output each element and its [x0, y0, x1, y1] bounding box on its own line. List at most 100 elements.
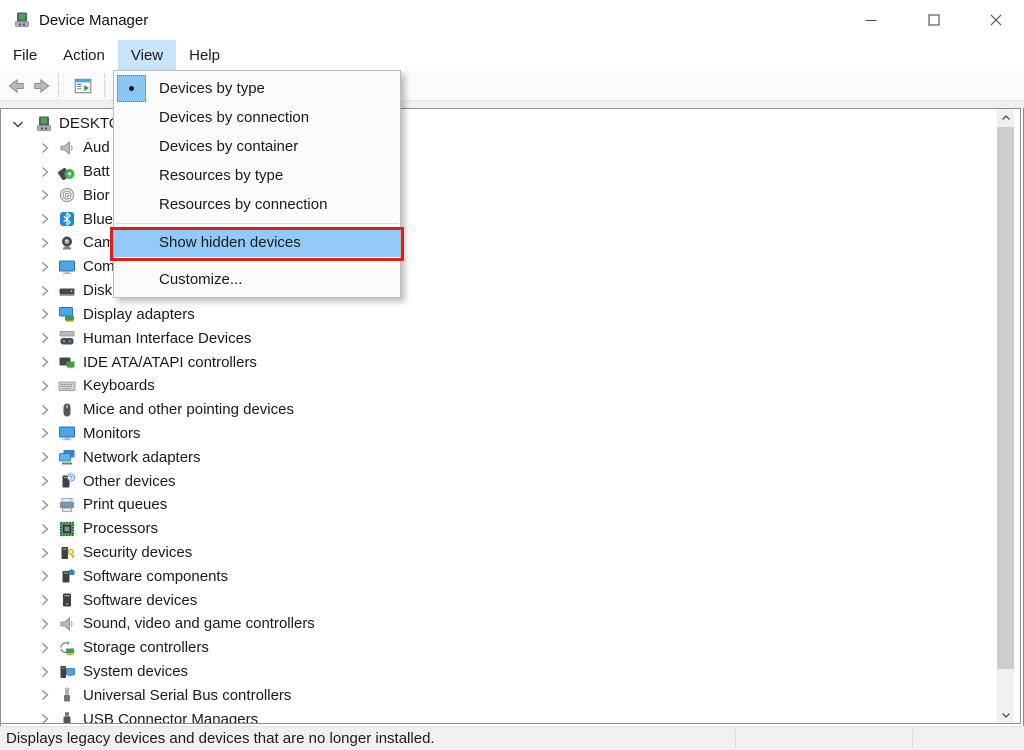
- chevron-collapsed-icon[interactable]: [36, 163, 54, 181]
- network-icon: [58, 448, 76, 466]
- svg-text:?: ?: [69, 475, 73, 482]
- chevron-collapsed-icon[interactable]: [36, 424, 54, 442]
- storage-icon: [58, 639, 76, 657]
- chevron-collapsed-icon[interactable]: [36, 686, 54, 704]
- menu-item-devices-by-container[interactable]: Devices by container: [114, 132, 400, 161]
- chevron-collapsed-icon[interactable]: [36, 282, 54, 300]
- tree-item-label: Processors: [83, 520, 158, 537]
- chevron-down-icon: [1001, 710, 1011, 720]
- chevron-collapsed-icon[interactable]: [36, 305, 54, 323]
- scrollbar-thumb[interactable]: [997, 127, 1014, 669]
- menu-view[interactable]: View: [118, 40, 176, 70]
- menu-item-gutter: [114, 74, 159, 103]
- chevron-collapsed-icon[interactable]: [36, 210, 54, 228]
- tree-item-label: Disk: [83, 282, 112, 299]
- chevron-collapsed-icon[interactable]: [36, 520, 54, 538]
- menu-item-label: Customize...: [159, 271, 242, 288]
- tree-item-storage-controllers[interactable]: Storage controllers: [1, 636, 991, 660]
- chevron-collapsed-icon[interactable]: [36, 663, 54, 681]
- chevron-collapsed-icon[interactable]: [36, 544, 54, 562]
- menu-item-devices-by-type[interactable]: Devices by type: [114, 74, 400, 103]
- tree-item-processors[interactable]: Processors: [1, 517, 991, 541]
- tree-item-label: IDE ATA/ATAPI controllers: [83, 354, 257, 371]
- menu-action[interactable]: Action: [50, 40, 118, 70]
- scroll-down-button[interactable]: [997, 706, 1014, 723]
- chevron-collapsed-icon[interactable]: [36, 615, 54, 633]
- chevron-collapsed-icon[interactable]: [36, 377, 54, 395]
- chevron-collapsed-icon[interactable]: [36, 258, 54, 276]
- menu-label: Action: [63, 47, 105, 64]
- chevron-collapsed-icon[interactable]: [36, 472, 54, 490]
- tree-item-mice-and-other-pointing-devices[interactable]: Mice and other pointing devices: [1, 398, 991, 422]
- chevron-collapsed-icon[interactable]: [36, 401, 54, 419]
- ide-icon: [58, 353, 76, 371]
- chevron-collapsed-icon[interactable]: [36, 591, 54, 609]
- tree-item-label: Security devices: [83, 544, 192, 561]
- menu-label: View: [131, 47, 163, 64]
- computer-icon: [58, 258, 76, 276]
- menu-item-label: Devices by container: [159, 138, 298, 155]
- vertical-scrollbar[interactable]: [997, 109, 1014, 723]
- chevron-collapsed-icon[interactable]: [36, 639, 54, 657]
- chevron-collapsed-icon[interactable]: [36, 567, 54, 585]
- menu-item-customize[interactable]: Customize...: [114, 265, 400, 294]
- tree-item-software-devices[interactable]: Software devices: [1, 588, 991, 612]
- minimize-icon: [862, 11, 880, 29]
- toolbar-separator: [104, 74, 105, 97]
- chevron-collapsed-icon[interactable]: [36, 496, 54, 514]
- close-button[interactable]: [968, 0, 1024, 40]
- tree-item-human-interface-devices[interactable]: Human Interface Devices: [1, 326, 991, 350]
- menu-file[interactable]: File: [0, 40, 50, 70]
- console-tree-button[interactable]: [70, 73, 95, 98]
- device-manager-icon: [35, 115, 53, 133]
- tree-item-security-devices[interactable]: Security devices: [1, 541, 991, 565]
- back-button[interactable]: [3, 73, 28, 98]
- tree-item-system-devices[interactable]: System devices: [1, 660, 991, 684]
- menu-item-resources-by-connection[interactable]: Resources by connection: [114, 190, 400, 219]
- tree-item-label: Storage controllers: [83, 639, 209, 656]
- menu-item-gutter: [114, 103, 159, 132]
- menu-item-resources-by-type[interactable]: Resources by type: [114, 161, 400, 190]
- chevron-collapsed-icon[interactable]: [36, 710, 54, 724]
- menu-item-label: Devices by type: [159, 80, 265, 97]
- tree-item-software-components[interactable]: Software components: [1, 564, 991, 588]
- tree-item-keyboards[interactable]: Keyboards: [1, 374, 991, 398]
- tree-item-label: Network adapters: [83, 449, 201, 466]
- tree-item-label: Display adapters: [83, 306, 195, 323]
- chevron-collapsed-icon[interactable]: [36, 186, 54, 204]
- device-manager-icon: [13, 11, 31, 29]
- tree-item-network-adapters[interactable]: Network adapters: [1, 445, 991, 469]
- menu-item-gutter: [114, 132, 159, 161]
- menu-help[interactable]: Help: [176, 40, 233, 70]
- tree-item-usb-connector-managers[interactable]: USB Connector Managers: [1, 707, 991, 724]
- tree-item-ide-ata-atapi-controllers[interactable]: IDE ATA/ATAPI controllers: [1, 350, 991, 374]
- tree-item-sound-video-and-game-controllers[interactable]: Sound, video and game controllers: [1, 612, 991, 636]
- chevron-collapsed-icon[interactable]: [36, 139, 54, 157]
- chevron-collapsed-icon[interactable]: [36, 329, 54, 347]
- tree-item-display-adapters[interactable]: Display adapters: [1, 303, 991, 327]
- tree-item-label: USB Connector Managers: [83, 711, 258, 724]
- close-icon: [987, 11, 1005, 29]
- menu-item-devices-by-connection[interactable]: Devices by connection: [114, 103, 400, 132]
- tree-item-other-devices[interactable]: ?Other devices: [1, 469, 991, 493]
- tree-item-label: Universal Serial Bus controllers: [83, 687, 291, 704]
- tree-item-label: Mice and other pointing devices: [83, 401, 294, 418]
- tree-item-label: Aud: [83, 139, 110, 156]
- status-bar: Displays legacy devices and devices that…: [0, 726, 1024, 750]
- maximize-button[interactable]: [906, 0, 962, 40]
- tree-item-print-queues[interactable]: Print queues: [1, 493, 991, 517]
- chevron-collapsed-icon[interactable]: [36, 353, 54, 371]
- tree-item-label: System devices: [83, 663, 188, 680]
- forward-button[interactable]: [29, 73, 54, 98]
- tree-item-universal-serial-bus-controllers[interactable]: Universal Serial Bus controllers: [1, 684, 991, 708]
- tree-item-label: Monitors: [83, 425, 141, 442]
- chevron-expanded-icon[interactable]: [9, 115, 27, 133]
- window-title: Device Manager: [39, 12, 148, 29]
- chevron-collapsed-icon[interactable]: [36, 448, 54, 466]
- tree-item-monitors[interactable]: Monitors: [1, 422, 991, 446]
- tree-item-label: Bior: [83, 187, 110, 204]
- scroll-up-button[interactable]: [997, 109, 1014, 126]
- chevron-collapsed-icon[interactable]: [36, 234, 54, 252]
- minimize-button[interactable]: [843, 0, 899, 40]
- printer-icon: [58, 496, 76, 514]
